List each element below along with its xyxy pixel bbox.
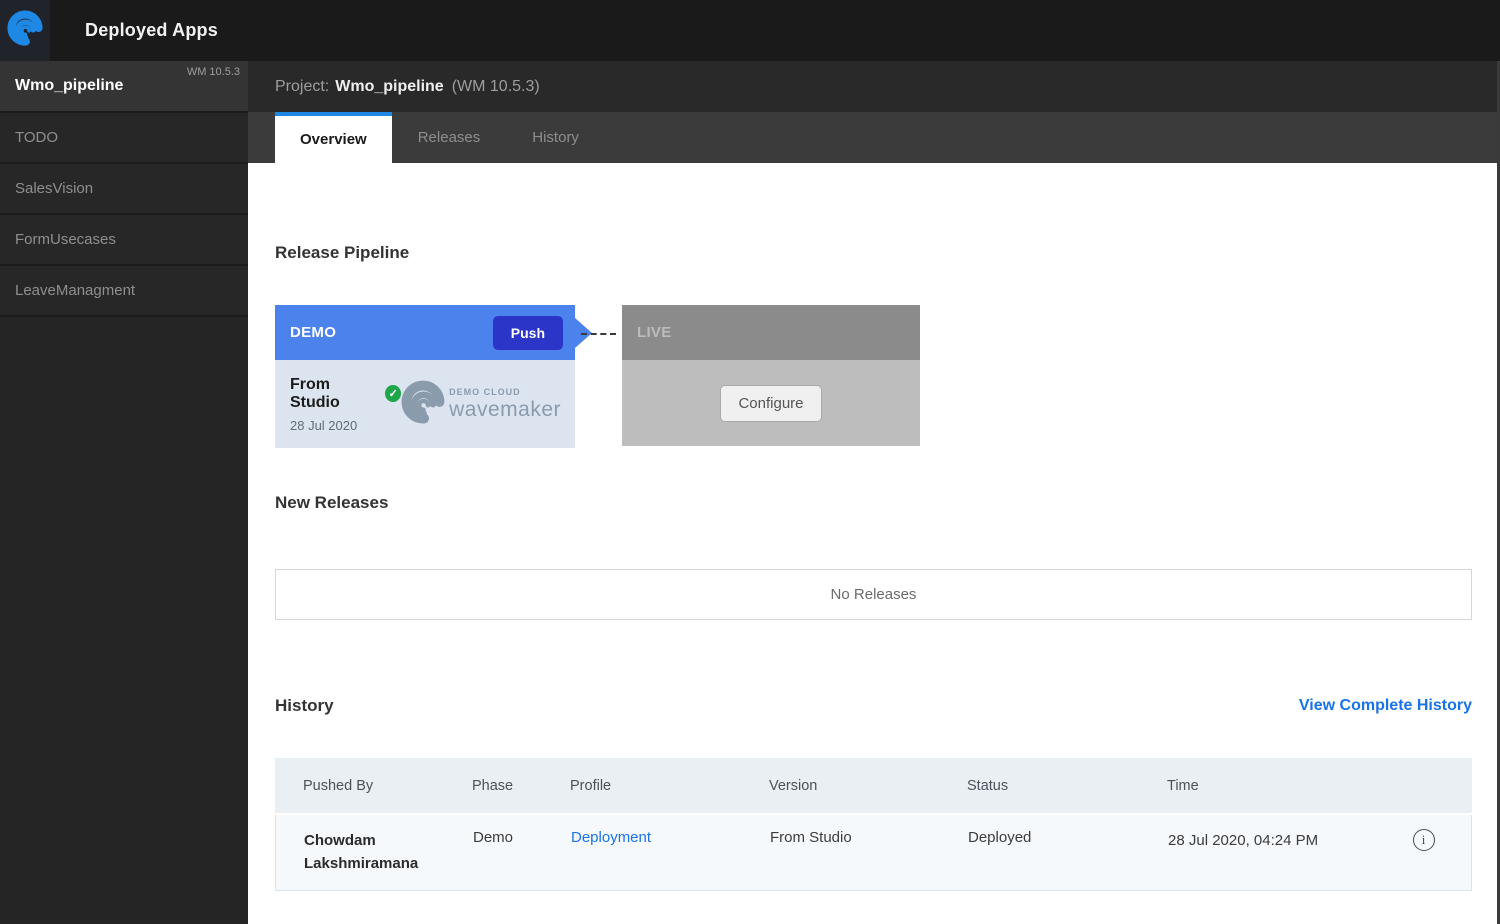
live-stage-label: LIVE [637,324,672,341]
page-title: Deployed Apps [85,20,218,41]
info-icon[interactable]: i [1413,829,1435,851]
no-releases-box: No Releases [275,569,1472,620]
release-pipeline: DEMO Push From Studio ✓ 28 Jul 2020 [275,305,1472,448]
column-header-version: Version [769,778,967,794]
cell-version: From Studio [770,829,968,846]
dotted-connector-line [581,333,616,335]
cell-status: Deployed [968,829,1168,846]
demo-stage-label: DEMO [290,324,336,341]
project-name: Wmo_pipeline [335,78,443,96]
column-header-time: Time [1167,778,1375,794]
wavemaker-brand-text: wavemaker [449,399,561,420]
demo-stage-header: DEMO Push [275,305,575,360]
tab-bar: Overview Releases History [248,112,1500,163]
demo-stage-card: DEMO Push From Studio ✓ 28 Jul 2020 [275,305,575,448]
wavemaker-wave-icon [401,380,445,429]
history-heading: History [275,696,334,716]
table-row: Chowdam Lakshmiramana Demo Deployment Fr… [275,815,1472,891]
no-releases-text: No Releases [831,586,917,603]
demo-source-label: From Studio [290,376,377,412]
demo-stage-body: From Studio ✓ 28 Jul 2020 [275,360,575,448]
sidebar: WM 10.5.3 Wmo_pipeline TODO SalesVision … [0,61,248,924]
sidebar-item-label: FormUsecases [15,231,116,248]
project-version: (WM 10.5.3) [452,78,540,96]
sidebar-item-label: SalesVision [15,180,93,197]
tab-releases[interactable]: Releases [392,112,507,163]
live-stage-body: Configure [622,360,920,446]
project-label: Project: [275,78,329,96]
app-logo[interactable] [0,0,50,61]
topbar: Deployed Apps [0,0,1500,61]
main-area: Project: Wmo_pipeline (WM 10.5.3) Overvi… [248,61,1500,923]
cell-pushed-by: Chowdam Lakshmiramana [304,829,454,876]
sidebar-item-leavemanagment[interactable]: LeaveManagment [0,266,248,317]
sidebar-item-label: TODO [15,129,58,146]
project-header-bar: Project: Wmo_pipeline (WM 10.5.3) [248,61,1500,112]
overview-content: Release Pipeline DEMO Push From Studio ✓… [248,163,1500,923]
sidebar-item-version: WM 10.5.3 [187,66,240,78]
live-stage-card: LIVE Configure [622,305,920,448]
tab-overview[interactable]: Overview [275,112,392,163]
sidebar-item-label: LeaveManagment [15,282,135,299]
sidebar-item-wmo-pipeline[interactable]: WM 10.5.3 Wmo_pipeline [0,61,248,113]
column-header-status: Status [967,778,1167,794]
release-pipeline-heading: Release Pipeline [275,163,1472,263]
sidebar-item-todo[interactable]: TODO [0,113,248,164]
live-stage-header: LIVE [622,305,920,360]
view-complete-history-link[interactable]: View Complete History [1299,697,1472,715]
sidebar-item-formusecases[interactable]: FormUsecases [0,215,248,266]
deployment-profile-link[interactable]: Deployment [571,829,651,846]
configure-button[interactable]: Configure [720,385,821,422]
wavemaker-wave-icon [7,10,43,51]
sidebar-item-label: Wmo_pipeline [15,77,123,95]
demo-cloud-logo: DEMO CLOUD wavemaker [401,380,561,429]
history-table: Pushed By Phase Profile Version Status T… [275,758,1472,891]
pipeline-connector [575,305,622,448]
new-releases-heading: New Releases [275,493,1472,513]
column-header-profile: Profile [570,778,769,794]
sidebar-item-salesvision[interactable]: SalesVision [0,164,248,215]
history-table-header: Pushed By Phase Profile Version Status T… [275,758,1472,813]
demo-deploy-date: 28 Jul 2020 [290,418,401,433]
push-button[interactable]: Push [493,316,563,350]
column-header-phase: Phase [472,778,570,794]
cell-time: 28 Jul 2020, 04:24 PM [1168,829,1318,852]
column-header-pushed-by: Pushed By [275,778,472,794]
demo-cloud-label: DEMO CLOUD [449,388,561,397]
tab-history[interactable]: History [506,112,605,163]
cell-phase: Demo [473,829,571,846]
success-check-icon: ✓ [385,385,401,402]
